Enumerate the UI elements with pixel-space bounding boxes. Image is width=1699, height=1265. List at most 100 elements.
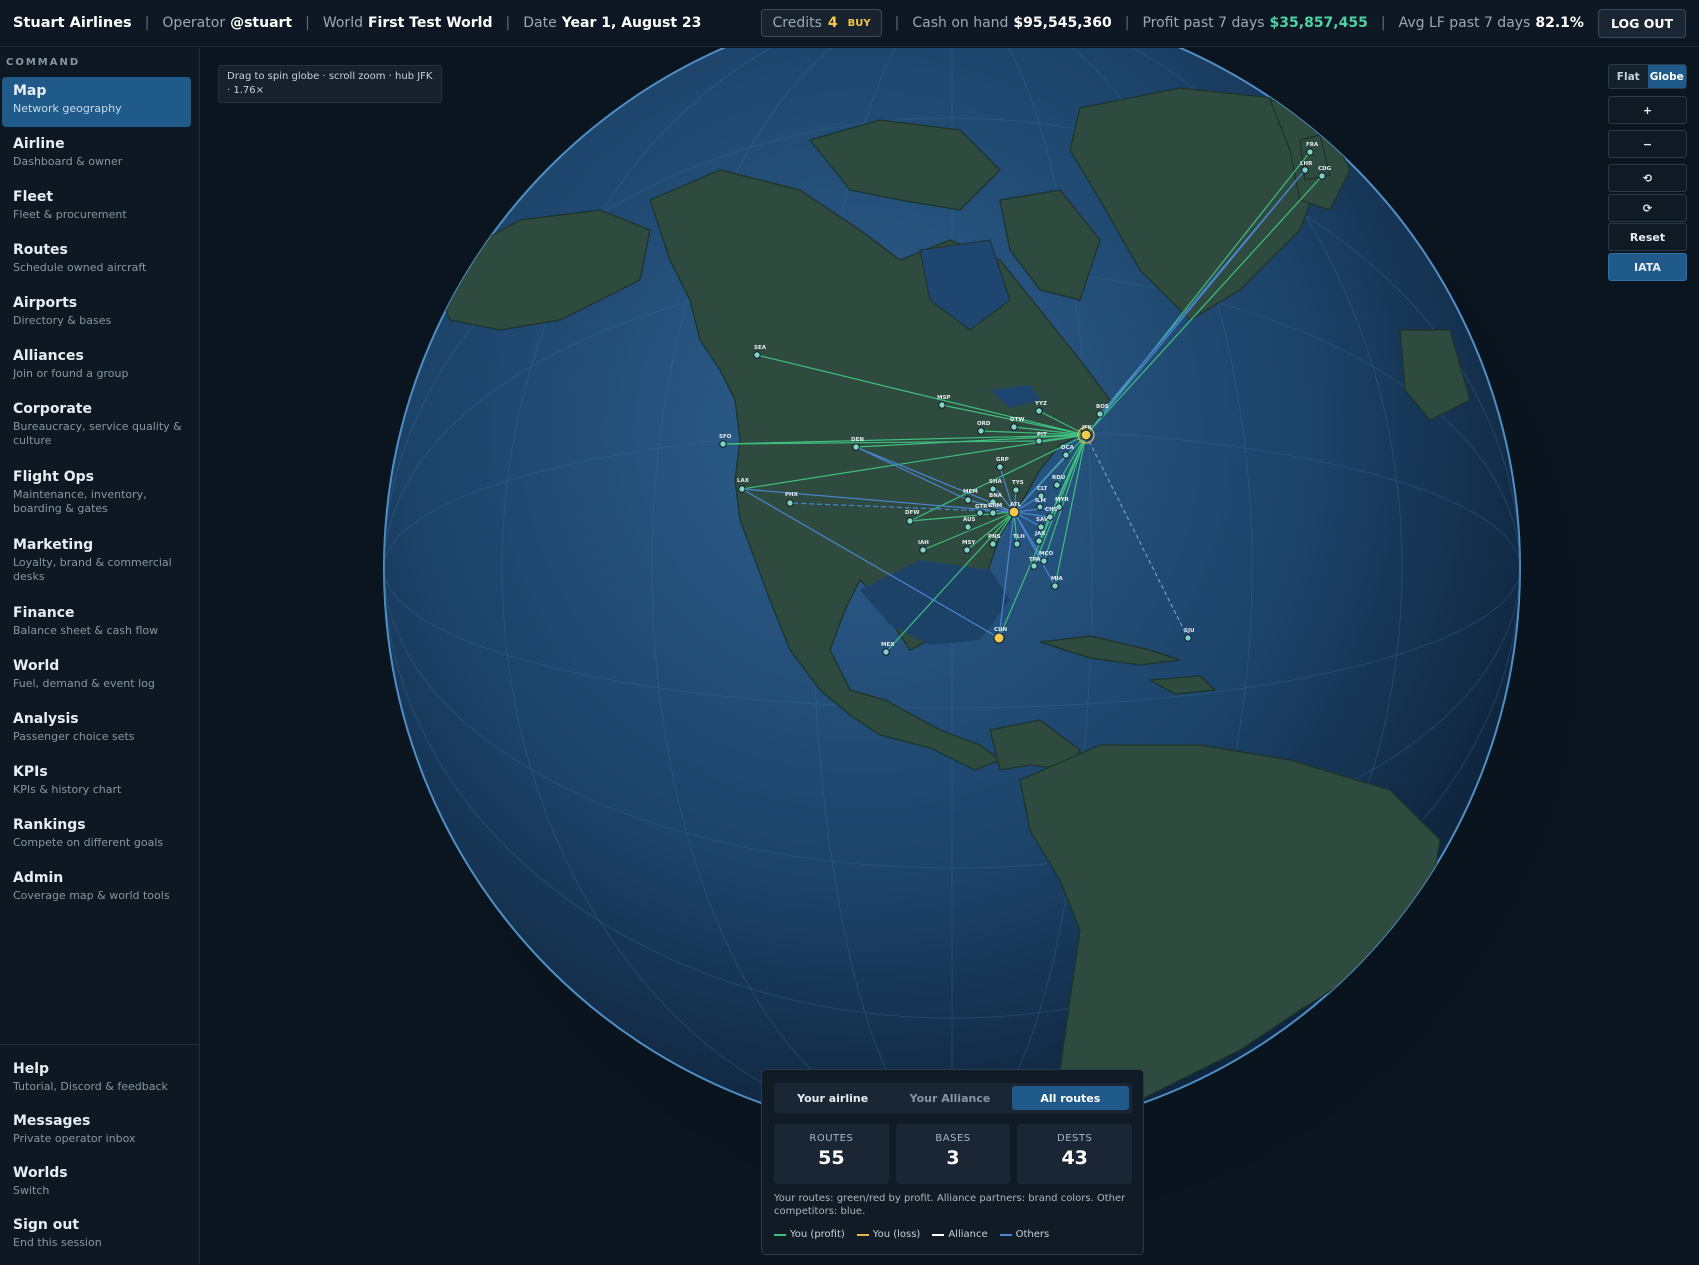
sidebar-item-airports[interactable]: Airports Directory & bases (0, 289, 199, 342)
world-label: World (322, 15, 363, 31)
svg-text:MCO: MCO (1039, 551, 1054, 557)
rotate-left-button[interactable]: ⟲ (1608, 164, 1687, 192)
sidebar-item-finance[interactable]: Finance Balance sheet & cash flow (0, 599, 199, 652)
sidebar-item-admin[interactable]: Admin Coverage map & world tools (0, 864, 199, 917)
sidebar-item-title: Admin (13, 870, 64, 886)
legend-item-profit: You (profit) (774, 1229, 845, 1240)
svg-text:PIT: PIT (1037, 432, 1047, 438)
svg-text:GRP: GRP (996, 457, 1009, 463)
sidebar-bottom-section: Help Tutorial, Discord & feedback Messag… (0, 1044, 199, 1263)
svg-text:SFO: SFO (719, 434, 732, 440)
sidebar-item-subtitle: Compete on different goals (13, 836, 164, 849)
sidebar-item-help[interactable]: Help Tutorial, Discord & feedback (0, 1055, 199, 1107)
svg-text:IAH: IAH (918, 540, 929, 546)
sidebar-item-airline[interactable]: Airline Dashboard & owner (0, 130, 199, 183)
svg-text:ATL: ATL (1010, 502, 1022, 508)
credits-button[interactable]: Credits 4 BUY (761, 9, 882, 37)
date-label: Date (523, 15, 557, 31)
legend-swatch (774, 1233, 786, 1236)
sidebar-item-subtitle: Bureaucracy, service quality & culture (13, 420, 182, 447)
buy-credits-label: BUY (847, 17, 871, 29)
sidebar-item-subtitle: Loyalty, brand & commercial desks (13, 556, 172, 583)
sidebar-item-routes[interactable]: Routes Schedule owned aircraft (0, 236, 199, 289)
view-toggle[interactable]: Flat Globe (1608, 64, 1687, 89)
sidebar-item-sign-out[interactable]: Sign out End this session (0, 1211, 199, 1263)
sidebar-item-analysis[interactable]: Analysis Passenger choice sets (0, 705, 199, 758)
sidebar-item-flight-ops[interactable]: Flight Ops Maintenance, inventory, board… (0, 463, 199, 531)
svg-text:LAX: LAX (737, 478, 750, 484)
tab-all-routes[interactable]: All routes (1011, 1086, 1129, 1110)
logout-button[interactable]: LOG OUT (1597, 8, 1686, 38)
stat-bases: BASES 3 (895, 1124, 1011, 1184)
sidebar-item-alliances[interactable]: Alliances Join or found a group (0, 342, 199, 395)
profit-value: $35,857,455 (1269, 15, 1368, 31)
credits-count: 4 (827, 15, 838, 31)
svg-text:SAV: SAV (1036, 517, 1049, 523)
svg-text:PNS: PNS (988, 534, 1001, 540)
view-flat-button[interactable]: Flat (1609, 65, 1648, 88)
view-globe-button[interactable]: Globe (1647, 65, 1686, 88)
svg-text:GTR: GTR (975, 504, 988, 510)
sidebar-item-title: Fleet (13, 189, 54, 205)
legend-swatch (999, 1233, 1012, 1236)
sidebar-item-subtitle: End this session (13, 1236, 102, 1249)
sidebar-item-fleet[interactable]: Fleet Fleet & procurement (0, 183, 199, 236)
sidebar-item-title: Sign out (13, 1217, 80, 1233)
svg-text:TYS: TYS (1012, 480, 1024, 486)
svg-text:FRA: FRA (1306, 142, 1319, 148)
top-bar: Stuart Airlines | Operator @stuart | Wor… (0, 0, 1699, 47)
sidebar-item-marketing[interactable]: Marketing Loyalty, brand & commercial de… (0, 531, 199, 599)
svg-text:SEA: SEA (754, 345, 767, 351)
legend-item-others: Others (999, 1229, 1049, 1240)
stat-label: BASES (935, 1133, 971, 1144)
world-value: First Test World (367, 15, 493, 31)
sidebar-section-title: COMMAND (6, 57, 81, 68)
sidebar-item-subtitle: Directory & bases (13, 314, 112, 327)
credits-label: Credits (772, 15, 822, 31)
svg-text:SHA: SHA (989, 479, 1003, 485)
legend-swatch (932, 1233, 945, 1236)
sidebar-item-title: Rankings (13, 817, 86, 833)
sidebar-item-subtitle: Fleet & procurement (13, 208, 127, 221)
sidebar-item-rankings[interactable]: Rankings Compete on different goals (0, 811, 199, 864)
sidebar-item-subtitle: Balance sheet & cash flow (13, 624, 159, 637)
sidebar-item-subtitle: Private operator inbox (13, 1132, 136, 1145)
svg-text:DCA: DCA (1061, 445, 1075, 451)
iata-toggle-button[interactable]: IATA (1608, 253, 1687, 281)
tab-your-airline[interactable]: Your airline (774, 1083, 891, 1113)
cash-value: $95,545,360 (1013, 15, 1112, 31)
sidebar-item-corporate[interactable]: Corporate Bureaucracy, service quality &… (0, 395, 199, 463)
sidebar-item-map[interactable]: Map Network geography (2, 77, 191, 127)
cash-label: Cash on hand (912, 15, 1009, 31)
legend-label: You (profit) (790, 1229, 845, 1240)
sidebar-item-title: Airline (13, 136, 65, 152)
svg-text:PHX: PHX (785, 492, 799, 498)
svg-text:JAX: JAX (1034, 531, 1046, 537)
sidebar-item-subtitle: KPIs & history chart (13, 783, 122, 796)
load-factor-label: Avg LF past 7 days (1398, 15, 1531, 31)
svg-text:DEN: DEN (851, 437, 864, 443)
sidebar-item-kpis[interactable]: KPIs KPIs & history chart (0, 758, 199, 811)
svg-text:CHS: CHS (1045, 507, 1058, 513)
reset-view-button[interactable]: Reset (1608, 223, 1687, 251)
tab-your-alliance[interactable]: Your Alliance (891, 1083, 1008, 1113)
sidebar-item-messages[interactable]: Messages Private operator inbox (0, 1107, 199, 1159)
sidebar-item-world[interactable]: World Fuel, demand & event log (0, 652, 199, 705)
stat-label: ROUTES (809, 1133, 854, 1144)
map-hint: Drag to spin globe · scroll zoom · hub J… (218, 65, 442, 103)
sidebar-item-subtitle: Maintenance, inventory, boarding & gates (13, 488, 147, 515)
rotate-right-button[interactable]: ⟳ (1608, 194, 1687, 222)
sidebar-item-title: Routes (13, 242, 68, 258)
route-filter-tabs: Your airline Your Alliance All routes (774, 1083, 1132, 1113)
stat-value: 3 (946, 1147, 960, 1169)
sidebar-item-subtitle: Tutorial, Discord & feedback (13, 1080, 168, 1093)
zoom-out-button[interactable]: − (1608, 130, 1687, 158)
sidebar-item-worlds[interactable]: Worlds Switch (0, 1159, 199, 1211)
sidebar-item-title: Analysis (13, 711, 79, 727)
sidebar-item-title: Worlds (13, 1165, 68, 1181)
stat-destinations: DESTS 43 (1017, 1124, 1133, 1184)
sidebar: COMMAND Map Network geography Airline Da… (0, 48, 200, 1265)
zoom-in-button[interactable]: + (1608, 96, 1687, 124)
svg-text:AUS: AUS (963, 517, 976, 523)
airline-name: Stuart Airlines (13, 15, 132, 31)
